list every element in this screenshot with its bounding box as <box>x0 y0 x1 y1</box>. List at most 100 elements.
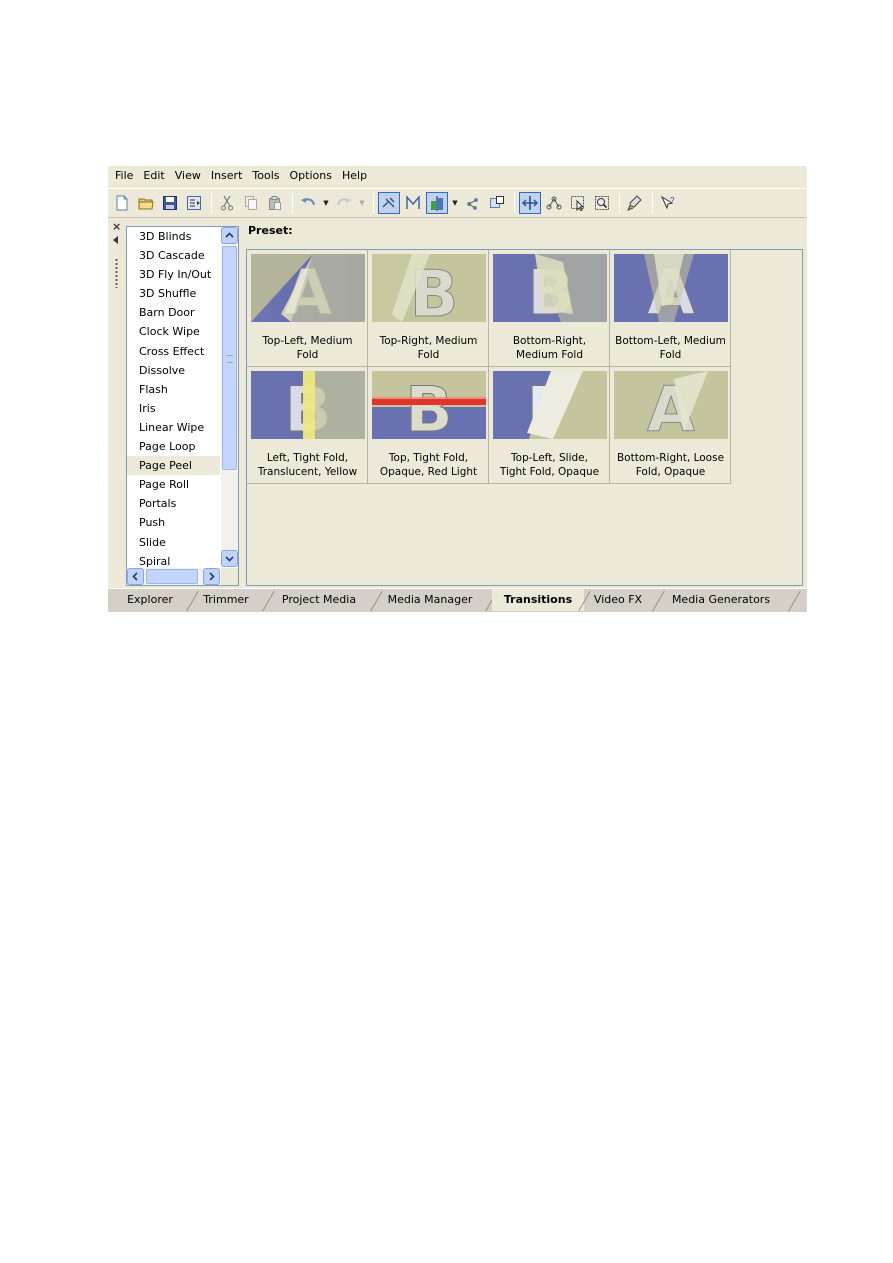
enable-snapping-icon[interactable] <box>486 192 508 214</box>
preset-item[interactable]: A Bottom-Right, Loose Fold, Opaque <box>610 367 731 484</box>
tab-trimmer[interactable]: Trimmer <box>196 589 256 611</box>
close-icon[interactable]: × <box>112 221 121 232</box>
envelope-edit-tool-icon[interactable] <box>543 192 565 214</box>
redo-dropdown-icon[interactable]: ▼ <box>357 192 367 214</box>
preset-name: Left, Tight Fold, Translucent, Yellow <box>248 451 367 479</box>
toolbar-separator <box>373 193 374 213</box>
ignore-grouping-icon[interactable] <box>426 192 448 214</box>
menu-insert[interactable]: Insert <box>206 166 248 186</box>
preset-item[interactable]: A Bottom-Left, Medium Fold <box>610 250 731 367</box>
whats-this-icon[interactable]: ? <box>657 192 679 214</box>
list-item[interactable]: Barn Door <box>127 303 220 322</box>
preset-item[interactable]: B Left, Tight Fold, Translucent, Yellow <box>247 367 368 484</box>
preset-thumbnail: A <box>251 254 365 322</box>
list-item[interactable]: Flash <box>127 380 220 399</box>
list-item[interactable]: 3D Shuffle <box>127 284 220 303</box>
app-window: File Edit View Insert Tools Options Help… <box>108 166 807 612</box>
preset-item[interactable]: B Top-Right, Medium Fold <box>368 250 489 367</box>
scroll-right-icon[interactable] <box>203 568 220 585</box>
menu-view[interactable]: View <box>170 166 206 186</box>
window-tab-bar: Explorer Trimmer Project Media Media Man… <box>108 588 807 612</box>
menu-help[interactable]: Help <box>337 166 372 186</box>
undo-dropdown-icon[interactable]: ▼ <box>321 192 331 214</box>
dock-handle: × <box>108 220 126 584</box>
undo-icon[interactable] <box>297 192 319 214</box>
menu-options[interactable]: Options <box>285 166 337 186</box>
vertical-scroll-thumb[interactable] <box>222 246 237 470</box>
auto-ripple-icon[interactable] <box>378 192 400 214</box>
list-item[interactable]: Portals <box>127 494 220 513</box>
preset-thumbnail: A <box>614 254 728 322</box>
tab-separator <box>262 591 275 611</box>
list-item-selected[interactable]: Page Peel <box>127 456 220 476</box>
preset-name: Top, Tight Fold, Opaque, Red Light <box>369 451 488 479</box>
horizontal-scroll-thumb[interactable] <box>146 569 198 584</box>
collapse-arrow-icon[interactable] <box>113 236 118 244</box>
toolbar-separator <box>619 193 620 213</box>
copy-icon[interactable] <box>240 192 262 214</box>
properties-icon[interactable] <box>183 192 205 214</box>
list-item[interactable]: Slide <box>127 533 220 552</box>
list-item[interactable]: Clock Wipe <box>127 322 220 341</box>
preset-name-line: Bottom-Left, Medium <box>615 335 726 347</box>
preset-name-line: Top, Tight Fold, <box>388 452 469 464</box>
scroll-down-icon[interactable] <box>221 550 238 567</box>
grip-handle-icon[interactable] <box>115 258 118 288</box>
menu-file[interactable]: File <box>110 166 138 186</box>
preset-thumbnail: B <box>251 371 365 439</box>
tab-video-fx[interactable]: Video FX <box>588 589 648 611</box>
open-icon[interactable] <box>135 192 157 214</box>
list-item[interactable]: 3D Cascade <box>127 246 220 265</box>
preset-item[interactable]: B Top, Tight Fold, Opaque, Red Light <box>368 367 489 484</box>
svg-text:B: B <box>405 373 452 439</box>
list-item[interactable]: Cross Effect <box>127 342 220 361</box>
tab-transitions[interactable]: Transitions <box>492 589 584 611</box>
vertical-scrollbar[interactable] <box>221 227 238 567</box>
tab-project-media[interactable]: Project Media <box>274 589 364 611</box>
preset-name: Bottom-Left, Medium Fold <box>611 334 730 362</box>
toolbar-separator <box>211 193 212 213</box>
save-icon[interactable] <box>159 192 181 214</box>
normal-edit-tool-icon[interactable] <box>519 192 541 214</box>
list-item[interactable]: Iris <box>127 399 220 418</box>
cut-icon[interactable] <box>216 192 238 214</box>
list-item[interactable]: 3D Blinds <box>127 227 220 246</box>
menu-bar: File Edit View Insert Tools Options Help <box>108 166 807 186</box>
tab-explorer[interactable]: Explorer <box>120 589 180 611</box>
horizontal-scrollbar[interactable] <box>127 568 220 585</box>
tab-media-generators[interactable]: Media Generators <box>664 589 778 611</box>
preset-item[interactable]: B Top-Left, Slide, Tight Fold, Opaque <box>489 367 610 484</box>
paste-icon[interactable] <box>264 192 286 214</box>
preset-thumbnail: B <box>372 371 486 439</box>
scrollbar-corner <box>221 568 238 585</box>
list-item[interactable]: Dissolve <box>127 361 220 380</box>
list-item[interactable]: 3D Fly In/Out <box>127 265 220 284</box>
cleanup-icon[interactable] <box>624 192 646 214</box>
preset-thumbnail: B <box>493 254 607 322</box>
scroll-left-icon[interactable] <box>127 568 144 585</box>
menu-tools[interactable]: Tools <box>247 166 284 186</box>
zoom-edit-tool-icon[interactable] <box>591 192 613 214</box>
list-item[interactable]: Linear Wipe <box>127 418 220 437</box>
list-item[interactable]: Push <box>127 513 220 532</box>
selection-edit-tool-icon[interactable] <box>567 192 589 214</box>
preset-label: Preset: <box>248 224 293 237</box>
list-item[interactable]: Page Loop <box>127 437 220 456</box>
toolbar-separator <box>292 193 293 213</box>
toolbar-separator <box>514 193 515 213</box>
toolbar: ▼ ▼ ▼ ? <box>108 188 807 218</box>
snap-icon[interactable] <box>402 192 424 214</box>
preset-name: Top-Right, Medium Fold <box>369 334 488 362</box>
tab-media-manager[interactable]: Media Manager <box>380 589 480 611</box>
preset-name-line: Fold <box>296 349 319 361</box>
preset-item[interactable]: B Bottom-Right, Medium Fold <box>489 250 610 367</box>
menu-edit[interactable]: Edit <box>138 166 169 186</box>
list-item[interactable]: Spiral <box>127 552 220 567</box>
scroll-up-icon[interactable] <box>221 227 238 244</box>
grouping-dropdown-icon[interactable]: ▼ <box>450 192 460 214</box>
preset-item[interactable]: A Top-Left, Medium Fold <box>247 250 368 367</box>
list-item[interactable]: Page Roll <box>127 475 220 494</box>
redo-icon[interactable] <box>333 192 355 214</box>
new-icon[interactable] <box>111 192 133 214</box>
lock-envelopes-icon[interactable] <box>462 192 484 214</box>
